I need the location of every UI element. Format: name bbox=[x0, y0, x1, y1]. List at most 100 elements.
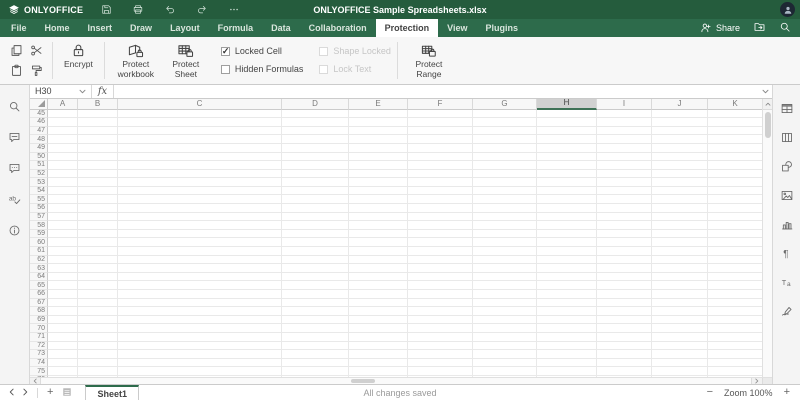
row-header-52[interactable]: 52 bbox=[30, 170, 48, 179]
cell-F52[interactable] bbox=[408, 170, 473, 179]
search-button[interactable] bbox=[779, 21, 791, 35]
cell-A53[interactable] bbox=[48, 178, 78, 187]
cell-H62[interactable] bbox=[537, 256, 597, 265]
worksheet-grid[interactable]: ABCDEFGHIJK 4546474849505152535455565758… bbox=[30, 99, 762, 377]
cell-J45[interactable] bbox=[652, 110, 708, 119]
cell-B55[interactable] bbox=[78, 195, 118, 204]
cell-H65[interactable] bbox=[537, 281, 597, 290]
cell-F67[interactable] bbox=[408, 299, 473, 308]
cell-A61[interactable] bbox=[48, 247, 78, 256]
cell-B61[interactable] bbox=[78, 247, 118, 256]
cell-A55[interactable] bbox=[48, 195, 78, 204]
cell-E73[interactable] bbox=[349, 350, 408, 359]
cell-J51[interactable] bbox=[652, 161, 708, 170]
cell-D72[interactable] bbox=[282, 342, 349, 351]
cell-D73[interactable] bbox=[282, 350, 349, 359]
cell-K59[interactable] bbox=[708, 230, 762, 239]
cell-C73[interactable] bbox=[118, 350, 282, 359]
row-header-51[interactable]: 51 bbox=[30, 161, 48, 170]
cell-A52[interactable] bbox=[48, 170, 78, 179]
cell-F48[interactable] bbox=[408, 135, 473, 144]
cell-G73[interactable] bbox=[473, 350, 537, 359]
cell-A56[interactable] bbox=[48, 204, 78, 213]
cell-C61[interactable] bbox=[118, 247, 282, 256]
cell-E67[interactable] bbox=[349, 299, 408, 308]
cell-H72[interactable] bbox=[537, 342, 597, 351]
cell-H58[interactable] bbox=[537, 221, 597, 230]
cell-K73[interactable] bbox=[708, 350, 762, 359]
cell-J46[interactable] bbox=[652, 118, 708, 127]
row-header-46[interactable]: 46 bbox=[30, 118, 48, 127]
cell-K54[interactable] bbox=[708, 187, 762, 196]
table-settings-button[interactable] bbox=[779, 130, 795, 145]
cell-J50[interactable] bbox=[652, 153, 708, 162]
row-header-71[interactable]: 71 bbox=[30, 333, 48, 342]
cell-B53[interactable] bbox=[78, 178, 118, 187]
textart-settings-button[interactable]: Ta bbox=[779, 275, 795, 290]
cell-K64[interactable] bbox=[708, 273, 762, 282]
cell-I60[interactable] bbox=[597, 238, 652, 247]
cell-F50[interactable] bbox=[408, 153, 473, 162]
cell-I69[interactable] bbox=[597, 316, 652, 325]
cell-A64[interactable] bbox=[48, 273, 78, 282]
formula-input[interactable] bbox=[114, 85, 758, 98]
about-button[interactable] bbox=[7, 223, 23, 238]
cell-B47[interactable] bbox=[78, 127, 118, 136]
cell-C59[interactable] bbox=[118, 230, 282, 239]
cell-C75[interactable] bbox=[118, 367, 282, 376]
cell-C69[interactable] bbox=[118, 316, 282, 325]
cell-A74[interactable] bbox=[48, 359, 78, 368]
cell-A63[interactable] bbox=[48, 264, 78, 273]
cell-I61[interactable] bbox=[597, 247, 652, 256]
cell-J53[interactable] bbox=[652, 178, 708, 187]
cell-E58[interactable] bbox=[349, 221, 408, 230]
cell-D51[interactable] bbox=[282, 161, 349, 170]
cell-I48[interactable] bbox=[597, 135, 652, 144]
cell-H45[interactable] bbox=[537, 110, 597, 119]
cell-J67[interactable] bbox=[652, 299, 708, 308]
cell-I73[interactable] bbox=[597, 350, 652, 359]
cell-D58[interactable] bbox=[282, 221, 349, 230]
row-header-64[interactable]: 64 bbox=[30, 273, 48, 282]
cell-G55[interactable] bbox=[473, 195, 537, 204]
cell-K53[interactable] bbox=[708, 178, 762, 187]
cell-G66[interactable] bbox=[473, 290, 537, 299]
cell-E61[interactable] bbox=[349, 247, 408, 256]
cell-H71[interactable] bbox=[537, 333, 597, 342]
cell-B67[interactable] bbox=[78, 299, 118, 308]
cell-J66[interactable] bbox=[652, 290, 708, 299]
cell-I58[interactable] bbox=[597, 221, 652, 230]
column-header-H[interactable]: H bbox=[537, 99, 597, 110]
cell-G60[interactable] bbox=[473, 238, 537, 247]
tab-collaboration[interactable]: Collaboration bbox=[300, 19, 376, 37]
cell-H64[interactable] bbox=[537, 273, 597, 282]
cell-H69[interactable] bbox=[537, 316, 597, 325]
cell-H55[interactable] bbox=[537, 195, 597, 204]
cell-K58[interactable] bbox=[708, 221, 762, 230]
cell-B57[interactable] bbox=[78, 213, 118, 222]
cell-H73[interactable] bbox=[537, 350, 597, 359]
cell-E47[interactable] bbox=[349, 127, 408, 136]
cell-D61[interactable] bbox=[282, 247, 349, 256]
cell-I56[interactable] bbox=[597, 204, 652, 213]
cell-C45[interactable] bbox=[118, 110, 282, 119]
next-sheet-button[interactable] bbox=[23, 388, 28, 398]
column-header-K[interactable]: K bbox=[708, 99, 762, 110]
cell-B68[interactable] bbox=[78, 307, 118, 316]
cell-E60[interactable] bbox=[349, 238, 408, 247]
cell-K45[interactable] bbox=[708, 110, 762, 119]
cell-K61[interactable] bbox=[708, 247, 762, 256]
cell-K67[interactable] bbox=[708, 299, 762, 308]
cell-K55[interactable] bbox=[708, 195, 762, 204]
cell-D69[interactable] bbox=[282, 316, 349, 325]
cell-D64[interactable] bbox=[282, 273, 349, 282]
cell-H49[interactable] bbox=[537, 144, 597, 153]
cell-B54[interactable] bbox=[78, 187, 118, 196]
cell-A59[interactable] bbox=[48, 230, 78, 239]
column-header-A[interactable]: A bbox=[48, 99, 78, 110]
cell-C72[interactable] bbox=[118, 342, 282, 351]
cell-B50[interactable] bbox=[78, 153, 118, 162]
select-all-corner[interactable] bbox=[30, 99, 48, 110]
cell-F45[interactable] bbox=[408, 110, 473, 119]
cell-F75[interactable] bbox=[408, 367, 473, 376]
